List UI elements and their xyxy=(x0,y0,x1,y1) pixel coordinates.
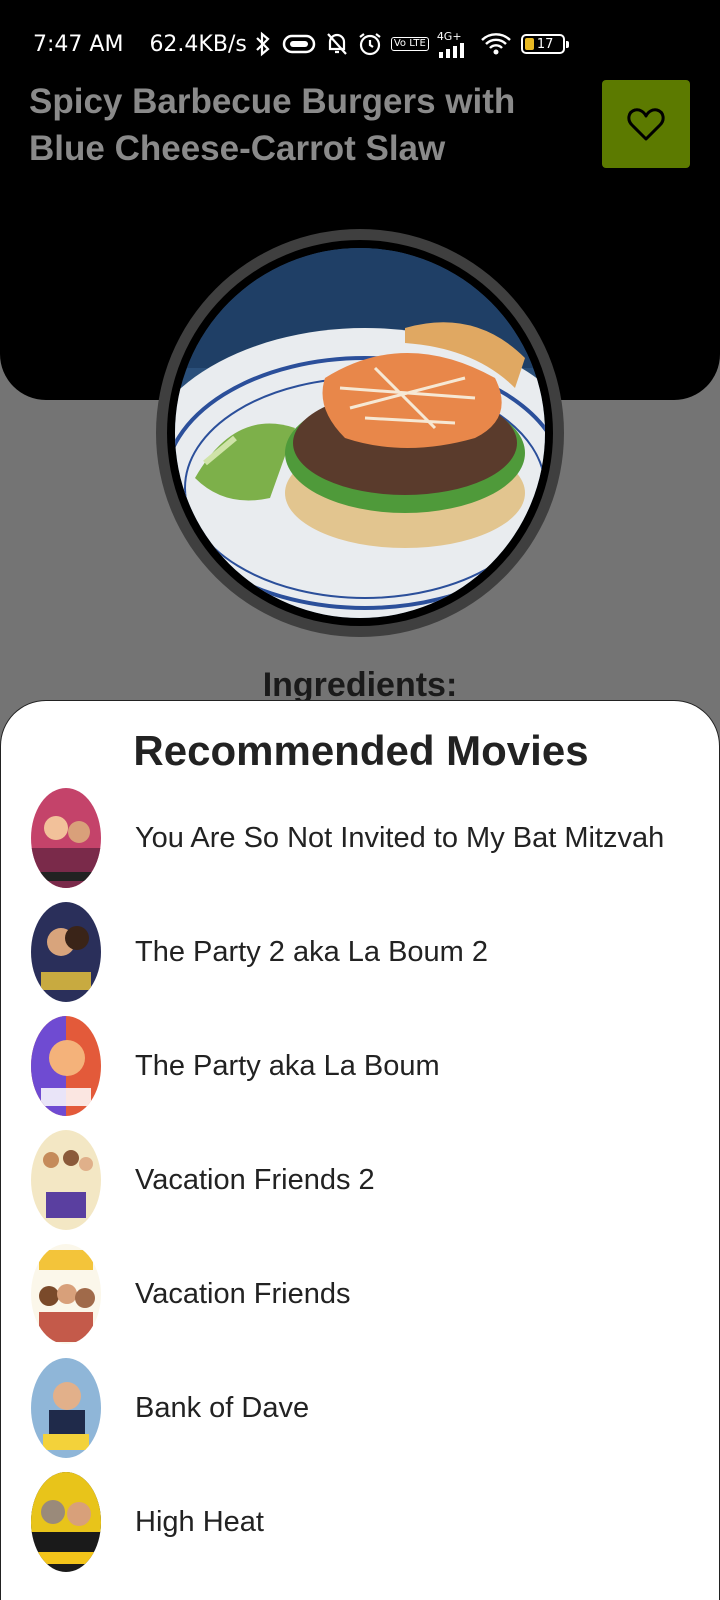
heart-outline-icon xyxy=(627,108,665,141)
recipe-title: Spicy Barbecue Burgers with Blue Cheese-… xyxy=(29,82,516,168)
battery-level: 17 xyxy=(536,36,554,52)
movie-item[interactable]: High Heat xyxy=(1,1465,719,1579)
movie-poster xyxy=(31,788,101,888)
movie-title: Vacation Friends 2 xyxy=(135,1163,375,1196)
recipe-photo-frame xyxy=(156,229,564,637)
movie-poster xyxy=(31,902,101,1002)
movie-item[interactable]: Vacation Friends xyxy=(1,1237,719,1351)
movie-poster xyxy=(31,1130,101,1230)
battery-icon: 17 xyxy=(520,34,569,54)
volte-badge: Vo LTE xyxy=(390,37,429,51)
sheet-title: Recommended Movies xyxy=(133,727,589,774)
movie-item[interactable]: You Are So Not Invited to My Bat Mitzvah xyxy=(1,781,719,895)
favorite-button[interactable] xyxy=(602,80,690,168)
status-time: 7:47 AM xyxy=(33,31,124,57)
movie-item[interactable]: Vacation Friends 2 xyxy=(1,1123,719,1237)
movie-title: You Are So Not Invited to My Bat Mitzvah xyxy=(135,821,665,854)
movie-title: The Party 2 aka La Boum 2 xyxy=(135,935,489,968)
movie-title: Bank of Dave xyxy=(135,1391,310,1424)
signal-icon xyxy=(438,42,464,58)
status-bar: 7:47 AM 62.4KB/s Vo LTE 4G+ 17 xyxy=(0,24,720,64)
movie-poster xyxy=(31,1016,101,1116)
network-speed: 62.4KB/s xyxy=(149,31,247,57)
movie-title: High Heat xyxy=(135,1505,264,1538)
movie-list: You Are So Not Invited to My Bat Mitzvah… xyxy=(1,781,719,1579)
network-type: 4G+ xyxy=(436,29,462,43)
recipe-photo xyxy=(167,240,553,626)
movie-item[interactable]: The Party aka La Boum xyxy=(1,1009,719,1123)
movie-title: The Party aka La Boum xyxy=(135,1049,440,1082)
mute-bell-icon xyxy=(327,33,347,55)
movie-item[interactable]: Bank of Dave xyxy=(1,1351,719,1465)
alarm-icon xyxy=(359,33,381,56)
movie-poster xyxy=(31,1472,101,1572)
movie-title: Vacation Friends xyxy=(135,1277,351,1310)
vibrate-icon xyxy=(282,34,316,54)
wifi-icon xyxy=(480,33,511,55)
burger-image xyxy=(175,248,545,618)
movie-poster xyxy=(31,1358,101,1458)
movie-poster xyxy=(31,1244,101,1344)
recommended-movies-sheet: Recommended Movies You Are So Not Invite… xyxy=(0,700,720,1600)
movie-item[interactable]: The Party 2 aka La Boum 2 xyxy=(1,895,719,1009)
bluetooth-icon xyxy=(256,31,270,57)
